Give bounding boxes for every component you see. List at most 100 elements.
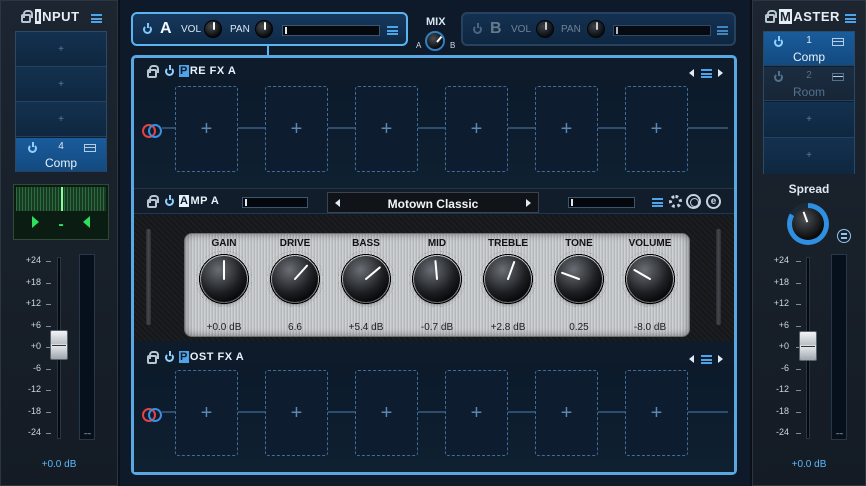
power-icon[interactable] [165, 195, 174, 206]
menu-icon[interactable] [845, 14, 856, 23]
amp-preset-selector[interactable]: Motown Classic [327, 192, 539, 213]
prev-arrow-icon[interactable] [689, 69, 694, 77]
post-fx-slot[interactable]: + [175, 370, 238, 456]
amp-knob-volume[interactable]: VOLUME -8.0 dB [615, 234, 685, 338]
vol-label: VOL [181, 24, 202, 35]
amp-knob-mid[interactable]: MID -0.7 dB [402, 234, 472, 338]
mix-knob[interactable] [425, 31, 445, 51]
card-icon[interactable] [832, 73, 844, 81]
slot-name: Comp [44, 156, 77, 170]
master-slot-comp[interactable]: 1 Comp [764, 32, 854, 66]
preset-next-icon[interactable] [526, 199, 531, 207]
spread-knob[interactable] [787, 203, 829, 245]
lock-icon[interactable] [147, 65, 159, 78]
knob-dial[interactable] [622, 251, 678, 307]
knob-dial[interactable] [338, 251, 394, 307]
slot-number: 4 [58, 141, 64, 152]
amp-knob-treble[interactable]: TREBLE +2.8 dB [473, 234, 543, 338]
knob-dial[interactable] [551, 251, 607, 307]
menu-icon[interactable] [387, 26, 398, 35]
master-fx-slots: 1 Comp 2 Room + + [763, 31, 855, 174]
knob-dial[interactable] [480, 251, 536, 307]
pan-knob[interactable] [255, 20, 273, 38]
pan-label: PAN [230, 24, 250, 35]
power-icon[interactable] [473, 23, 482, 34]
prev-arrow-icon[interactable] [689, 355, 694, 363]
amp-knob-gain[interactable]: GAIN +0.0 dB [189, 234, 259, 338]
pre-fx-slot[interactable]: + [355, 86, 418, 172]
master-slot-empty[interactable]: + [764, 102, 854, 138]
post-fx-title: P OST FX A [179, 351, 245, 363]
stereo-link-icon[interactable] [837, 229, 851, 243]
pre-fx-slot[interactable]: + [625, 86, 688, 172]
pan-knob[interactable] [587, 20, 605, 38]
spread-knob-pointer [802, 211, 809, 223]
post-fx-slot[interactable]: + [625, 370, 688, 456]
cabinet-icon[interactable] [686, 194, 701, 209]
power-icon[interactable] [165, 351, 174, 362]
knob-dial[interactable] [409, 251, 465, 307]
next-arrow-icon[interactable] [718, 69, 723, 77]
slot-number: 2 [806, 70, 812, 81]
post-fx-slot[interactable]: + [535, 370, 598, 456]
master-slot-room[interactable]: 2 Room [764, 67, 854, 101]
eq-icon[interactable]: e [706, 194, 721, 209]
input-slot-empty[interactable]: + [16, 32, 106, 67]
gear-icon[interactable] [669, 195, 682, 208]
input-output-icon[interactable] [142, 408, 162, 422]
post-fx-slot[interactable]: + [355, 370, 418, 456]
channel-letter: B [490, 20, 502, 37]
vol-knob[interactable] [204, 20, 222, 38]
amp-face: GAIN +0.0 dB DRIVE 6.6 BASS +5.4 dB MID -0.7 dB… [134, 215, 734, 341]
mix-a-label: A [416, 41, 422, 50]
master-panel: M ASTER 1 Comp 2 Room + + Spread +24 +18 … [752, 0, 866, 486]
pre-fx-slot[interactable]: + [175, 86, 238, 172]
menu-icon[interactable] [652, 198, 663, 207]
power-icon[interactable] [143, 23, 152, 34]
next-arrow-icon[interactable] [718, 355, 723, 363]
knob-value: +0.0 dB [206, 322, 242, 333]
card-icon[interactable] [84, 144, 96, 152]
input-slot-empty[interactable]: + [16, 102, 106, 137]
amp-knob-drive[interactable]: DRIVE 6.6 [260, 234, 330, 338]
channel-a-strip[interactable]: A VOL PAN [131, 12, 408, 46]
master-fader-handle[interactable] [799, 331, 817, 361]
input-slot-comp[interactable]: 4 Comp [16, 138, 106, 172]
knob-label: TREBLE [488, 238, 528, 249]
menu-icon[interactable] [717, 26, 728, 35]
knob-value: +2.8 dB [490, 322, 526, 333]
input-output-icon[interactable] [142, 124, 162, 138]
knob-dial[interactable] [267, 251, 323, 307]
vol-knob[interactable] [536, 20, 554, 38]
card-icon[interactable] [832, 38, 844, 46]
channel-b-strip[interactable]: B VOL PAN [461, 12, 736, 46]
lock-icon[interactable] [147, 195, 159, 208]
amp-output-meter [568, 197, 635, 208]
menu-icon[interactable] [701, 355, 712, 364]
pre-fx-slot[interactable]: + [535, 86, 598, 172]
input-slot-empty[interactable]: + [16, 67, 106, 102]
amp-knob-bass[interactable]: BASS +5.4 dB [331, 234, 401, 338]
input-db-scale: +24 +18 +12 +6 +0 -6 -12 -18 -24 [25, 255, 41, 437]
post-fx-chain: + + + + + + [134, 364, 734, 472]
tuner-arrow-left-icon [83, 216, 90, 228]
lock-icon[interactable] [21, 10, 33, 23]
mix-b-label: B [450, 41, 456, 50]
center-rack: A VOL PAN MIX A B B VOL PAN P RE FX A + … [120, 0, 750, 486]
mix-label: MIX [426, 16, 446, 28]
input-fader-handle[interactable] [50, 330, 68, 360]
pre-fx-slot[interactable]: + [445, 86, 508, 172]
menu-icon[interactable] [91, 14, 102, 23]
lock-icon[interactable] [147, 351, 159, 364]
power-icon[interactable] [165, 65, 174, 76]
knob-dial[interactable] [196, 251, 252, 307]
post-fx-slot[interactable]: + [445, 370, 508, 456]
lock-icon[interactable] [765, 10, 777, 23]
menu-icon[interactable] [701, 69, 712, 78]
pre-fx-slot[interactable]: + [265, 86, 328, 172]
master-slot-empty[interactable]: + [764, 138, 854, 174]
pan-label: PAN [561, 24, 581, 35]
amp-knob-tone[interactable]: TONE 0.25 [544, 234, 614, 338]
post-fx-slot[interactable]: + [265, 370, 328, 456]
input-fx-slots: + + + 4 Comp [15, 31, 107, 172]
